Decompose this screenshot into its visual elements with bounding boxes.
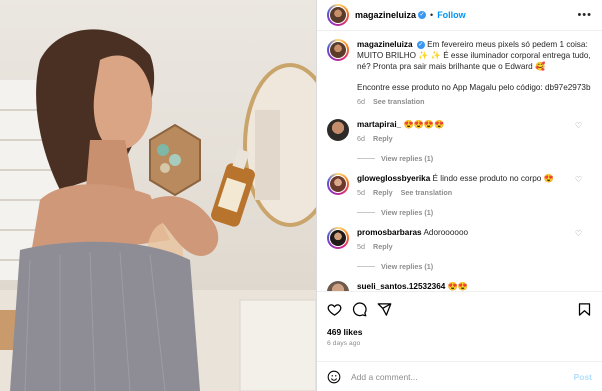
share-icon[interactable] <box>377 302 392 317</box>
post-date: 6 days ago <box>327 340 361 347</box>
header-separator: • <box>430 10 434 20</box>
comment-item: martapirai_ 😍😍😍😍 6d Reply ♡ <box>327 119 592 144</box>
comment-like-heart-icon[interactable]: ♡ <box>575 121 582 130</box>
reply-button[interactable]: Reply <box>373 242 393 251</box>
see-translation-link[interactable]: See translation <box>401 188 453 197</box>
reply-button[interactable]: Reply <box>373 134 393 143</box>
post-image[interactable] <box>0 0 316 391</box>
post-actions: 469 likes 6 days ago <box>317 291 602 361</box>
comment-avatar[interactable] <box>327 173 349 195</box>
comment-time: 5d <box>357 242 365 251</box>
post-photo-illustration <box>0 29 316 391</box>
author-avatar[interactable] <box>327 4 349 26</box>
comment-username[interactable]: sueli_santos.12532364 <box>357 282 445 291</box>
comment-avatar[interactable] <box>327 227 349 249</box>
more-options-icon[interactable]: ••• <box>577 9 592 21</box>
comment-username[interactable]: martapirai_ <box>357 120 401 129</box>
heart-icon[interactable] <box>327 302 342 317</box>
likes-count[interactable]: 469 likes <box>327 327 592 337</box>
view-replies-button[interactable]: View replies (1) <box>357 154 592 163</box>
caption-username[interactable]: magazineluiza <box>357 40 413 49</box>
verified-icon: ✓ <box>418 11 427 19</box>
comment-item: promosbarbaras Adoroooooo 5d Reply ♡ <box>327 227 592 252</box>
comment-time: 5d <box>357 188 365 197</box>
author-username[interactable]: magazineluiza <box>355 10 416 20</box>
comment-username[interactable]: promosbarbaras <box>357 228 422 237</box>
caption-time: 6d <box>357 97 365 106</box>
reply-button[interactable]: Reply <box>373 188 393 197</box>
caption-text-2: Encontre esse produto no App Magalu pelo… <box>357 83 591 92</box>
comment-item: gloweglossbyerika É lindo esse produto n… <box>327 173 592 198</box>
comment-composer: Add a comment... Post <box>317 361 602 391</box>
post-header: magazineluiza ✓ • Follow ••• <box>317 0 602 31</box>
see-translation-link[interactable]: See translation <box>373 97 425 106</box>
comment-text: 😍😍 <box>447 282 468 291</box>
comment-avatar[interactable] <box>327 281 349 291</box>
comment-text: Adoroooooo <box>423 228 469 237</box>
emoji-icon[interactable] <box>327 370 341 384</box>
comment-text: É lindo esse produto no corpo 😍 <box>432 174 554 183</box>
verified-icon: ✓ <box>416 40 425 49</box>
comments-list[interactable]: magazineluiza ✓ Em fevereiro meus pixels… <box>317 31 602 291</box>
comment-like-heart-icon[interactable]: ♡ <box>575 229 582 238</box>
post-detail-panel: magazineluiza ✓ • Follow ••• magazinelui… <box>316 0 602 391</box>
comment-avatar[interactable] <box>327 119 349 141</box>
view-replies-button[interactable]: View replies (1) <box>357 262 592 271</box>
comment-input[interactable]: Add a comment... <box>351 372 418 382</box>
caption-avatar[interactable] <box>327 39 349 61</box>
comment-time: 6d <box>357 134 365 143</box>
bookmark-icon[interactable] <box>577 302 592 317</box>
comment-username[interactable]: gloweglossbyerika <box>357 174 430 183</box>
view-replies-button[interactable]: View replies (1) <box>357 208 592 217</box>
comment-like-heart-icon[interactable]: ♡ <box>575 175 582 184</box>
follow-button[interactable]: Follow <box>437 10 466 20</box>
comment-icon[interactable] <box>352 301 367 317</box>
caption: magazineluiza ✓ Em fevereiro meus pixels… <box>327 39 592 107</box>
comment-text: 😍😍😍😍 <box>403 120 445 129</box>
comment-item: sueli_santos.12532364 😍😍 <box>327 281 592 291</box>
post-comment-button[interactable]: Post <box>574 372 592 382</box>
